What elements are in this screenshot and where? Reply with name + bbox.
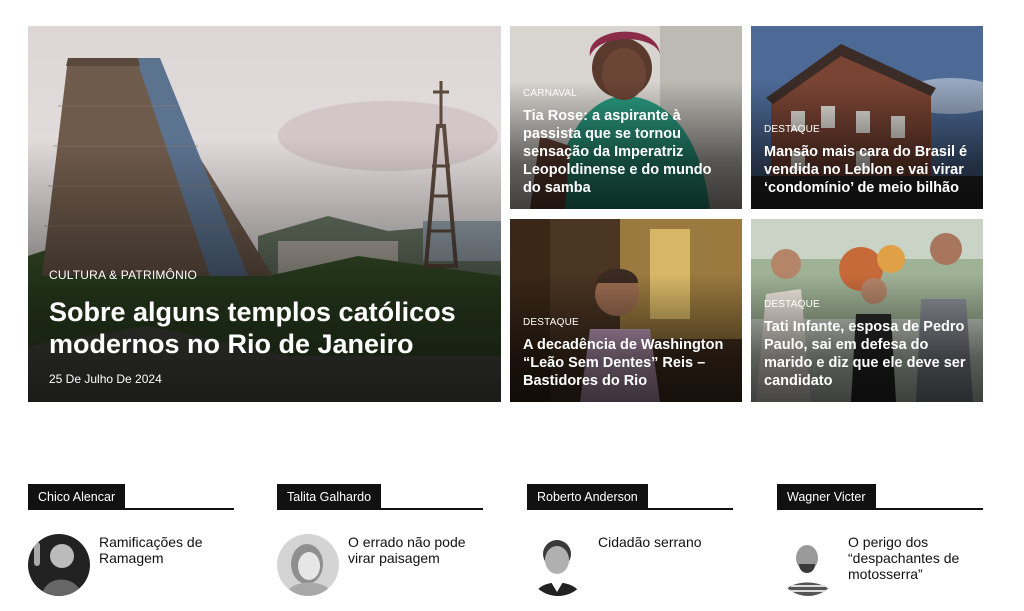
featured-date: 25 De Julho De 2024 — [49, 372, 162, 386]
columnist-name-tag[interactable]: Roberto Anderson — [527, 484, 648, 510]
columnist-avatar[interactable] — [28, 534, 90, 596]
column-title[interactable]: O errado não pode virar paisagem — [348, 534, 483, 566]
columnist-block: Wagner Victer O perigo dos “despachantes… — [777, 484, 983, 596]
card-kicker[interactable]: DESTAQUE — [764, 299, 973, 310]
card-headline[interactable]: Mansão mais cara do Brasil é vendida no … — [764, 143, 973, 197]
columnist-name-tag[interactable]: Talita Galhardo — [277, 484, 382, 510]
column-entry[interactable]: O perigo dos “despachantes de motosserra… — [777, 534, 983, 604]
card-headline[interactable]: Tia Rose: a aspirante à passista que se … — [523, 107, 732, 197]
card-kicker[interactable]: CARNAVAL — [523, 88, 732, 99]
article-card-tati-infante[interactable]: DESTAQUE Tati Infante, esposa de Pedro P… — [751, 219, 983, 402]
columnist-block: Chico Alencar Ramificações de Ramagem — [28, 484, 234, 596]
columnist-name-tag[interactable]: Wagner Victer — [777, 484, 876, 510]
column-entry[interactable]: O errado não pode virar paisagem — [277, 534, 483, 604]
column-title[interactable]: Ramificações de Ramagem — [99, 534, 234, 566]
columnist-avatar[interactable] — [277, 534, 339, 596]
featured-article-card[interactable]: CULTURA & PATRIMÔNIO Sobre alguns templo… — [28, 26, 501, 402]
card-kicker[interactable]: DESTAQUE — [764, 124, 973, 135]
columnist-avatar[interactable] — [527, 534, 589, 596]
column-title[interactable]: O perigo dos “despachantes de motosserra… — [848, 534, 983, 582]
article-card-tia-rose[interactable]: CARNAVAL Tia Rose: a aspirante à passist… — [510, 26, 742, 209]
columnist-avatar[interactable] — [777, 534, 839, 596]
featured-kicker[interactable]: CULTURA & PATRIMÔNIO — [49, 268, 491, 282]
card-kicker[interactable]: DESTAQUE — [523, 317, 732, 328]
card-headline[interactable]: A decadência de Washington “Leão Sem Den… — [523, 336, 732, 390]
columnist-block: Talita Galhardo O errado não pode virar … — [277, 484, 483, 596]
featured-headline[interactable]: Sobre alguns templos católicos modernos … — [49, 296, 491, 360]
columnist-block: Roberto Anderson Cidadão serrano — [527, 484, 733, 596]
article-card-washington-reis[interactable]: DESTAQUE A decadência de Washington “Leã… — [510, 219, 742, 402]
columnist-name-tag[interactable]: Chico Alencar — [28, 484, 126, 510]
column-entry[interactable]: Ramificações de Ramagem — [28, 534, 234, 604]
featured-grid: CULTURA & PATRIMÔNIO Sobre alguns templo… — [28, 26, 983, 402]
article-card-mansao[interactable]: DESTAQUE Mansão mais cara do Brasil é ve… — [751, 26, 983, 209]
card-headline[interactable]: Tati Infante, esposa de Pedro Paulo, sai… — [764, 318, 973, 390]
column-entry[interactable]: Cidadão serrano — [527, 534, 733, 604]
column-title[interactable]: Cidadão serrano — [598, 534, 702, 550]
